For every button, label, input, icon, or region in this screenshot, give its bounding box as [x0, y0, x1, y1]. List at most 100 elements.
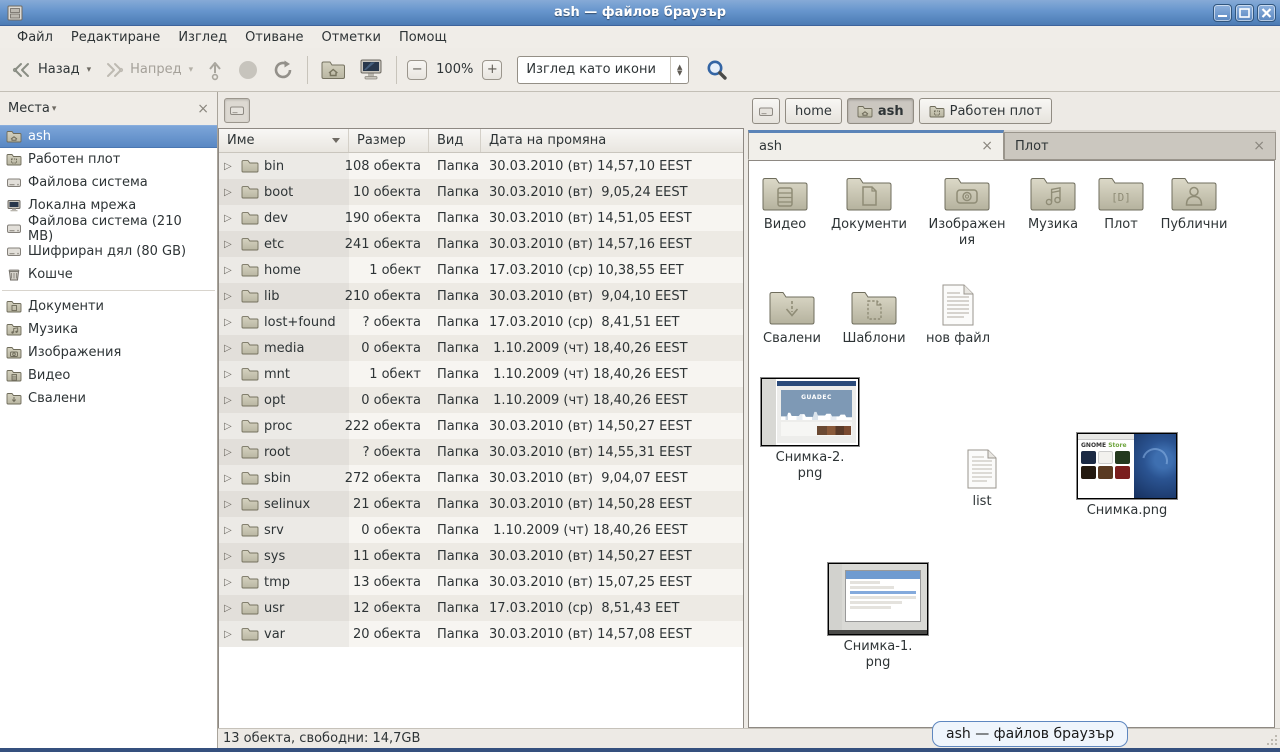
table-row[interactable]: ▷ tmp 13 обекта Папка 30.03.2010 (вт) 15… [219, 569, 743, 595]
table-row[interactable]: ▷ lib 210 обекта Папка 30.03.2010 (вт) 9… [219, 283, 743, 309]
table-row[interactable]: ▷ sys 11 обекта Папка 30.03.2010 (вт) 14… [219, 543, 743, 569]
computer-button[interactable] [353, 52, 389, 88]
file-snimka[interactable]: GNOME Store Снимка.png [1070, 433, 1184, 519]
expander-icon[interactable]: ▷ [224, 577, 236, 588]
sidebar-item-downloads[interactable]: Свалени [0, 387, 217, 410]
expander-icon[interactable]: ▷ [224, 499, 236, 510]
expander-icon[interactable]: ▷ [224, 525, 236, 536]
sidebar-item-documents[interactable]: Документи [0, 295, 217, 318]
column-header-date[interactable]: Дата на промяна [481, 129, 743, 152]
expander-icon[interactable]: ▷ [224, 317, 236, 328]
up-button[interactable] [200, 53, 230, 87]
folder-desktop[interactable]: [D] Плот [1085, 175, 1157, 233]
folder-music[interactable]: Музика [1011, 175, 1095, 233]
expander-icon[interactable]: ▷ [224, 343, 236, 354]
path-desktop-button[interactable]: Работен плот [919, 98, 1052, 124]
path-root-button[interactable] [752, 98, 780, 124]
menu-go[interactable]: Отиване [236, 28, 312, 47]
expander-icon[interactable]: ▷ [224, 369, 236, 380]
path-ash-button[interactable]: ash [847, 98, 914, 124]
sidebar-item-filesystem-210mb[interactable]: Файлова система (210 MB) [0, 217, 217, 240]
expander-icon[interactable]: ▷ [224, 447, 236, 458]
expander-icon[interactable]: ▷ [224, 265, 236, 276]
expander-icon[interactable]: ▷ [224, 421, 236, 432]
sidebar-item-desktop[interactable]: Работен плот [0, 148, 217, 171]
sidebar-item-filesystem[interactable]: Файлова система [0, 171, 217, 194]
path-home-button[interactable]: home [785, 98, 842, 124]
search-button[interactable] [701, 54, 733, 86]
reload-button[interactable] [266, 52, 300, 88]
sidebar-close-icon[interactable]: × [197, 101, 209, 117]
table-row[interactable]: ▷ root ? обекта Папка 30.03.2010 (вт) 14… [219, 439, 743, 465]
view-mode-select[interactable]: Изглед като икони ▲▼ [517, 56, 689, 84]
home-button[interactable] [315, 53, 351, 87]
expander-icon[interactable]: ▷ [224, 551, 236, 562]
sidebar-item-pictures[interactable]: Изображения [0, 341, 217, 364]
zoom-in-button[interactable]: + [482, 60, 502, 80]
table-row[interactable]: ▷ boot 10 обекта Папка 30.03.2010 (вт) 9… [219, 179, 743, 205]
menu-bookmarks[interactable]: Отметки [312, 28, 389, 47]
expander-icon[interactable]: ▷ [224, 291, 236, 302]
filesystem-root-button[interactable] [224, 98, 250, 123]
table-row[interactable]: ▷ opt 0 обекта Папка 1.10.2009 (чт) 18,4… [219, 387, 743, 413]
expander-icon[interactable]: ▷ [224, 473, 236, 484]
table-row[interactable]: ▷ usr 12 обекта Папка 17.03.2010 (ср) 8,… [219, 595, 743, 621]
table-row[interactable]: ▷ bin 108 обекта Папка 30.03.2010 (вт) 1… [219, 153, 743, 179]
sidebar-item-trash[interactable]: Кошче [0, 263, 217, 286]
menu-help[interactable]: Помощ [390, 28, 456, 47]
table-row[interactable]: ▷ dev 190 обекта Папка 30.03.2010 (вт) 1… [219, 205, 743, 231]
stop-button[interactable] [232, 53, 264, 87]
sidebar-chevron-down-icon[interactable]: ▾ [52, 104, 57, 114]
table-row[interactable]: ▷ var 20 обекта Папка 30.03.2010 (вт) 14… [219, 621, 743, 647]
close-icon[interactable] [1257, 4, 1276, 22]
sidebar-item-videos[interactable]: Видео [0, 364, 217, 387]
sidebar-title[interactable]: Места [8, 101, 50, 116]
folder-documents[interactable]: Документи [821, 175, 917, 233]
icon-view[interactable]: Видео Документи Изображен ия Музика [748, 160, 1275, 728]
table-row[interactable]: ▷ selinux 21 обекта Папка 30.03.2010 (вт… [219, 491, 743, 517]
resize-grip[interactable] [1266, 734, 1278, 746]
table-row[interactable]: ▷ sbin 272 обекта Папка 30.03.2010 (вт) … [219, 465, 743, 491]
table-row[interactable]: ▷ lost+found ? обекта Папка 17.03.2010 (… [219, 309, 743, 335]
file-snimka-1[interactable]: Снимка-1. png [828, 563, 928, 670]
menu-file[interactable]: Файл [8, 28, 62, 47]
menu-view[interactable]: Изглед [169, 28, 236, 47]
tab-plot[interactable]: Плот × [1004, 132, 1276, 160]
table-row[interactable]: ▷ media 0 обекта Папка 1.10.2009 (чт) 18… [219, 335, 743, 361]
column-header-size[interactable]: Размер [349, 129, 429, 152]
column-header-name[interactable]: Име [219, 129, 349, 152]
table-row[interactable]: ▷ srv 0 обекта Папка 1.10.2009 (чт) 18,4… [219, 517, 743, 543]
tab-close-icon[interactable]: × [981, 138, 993, 154]
folder-templates[interactable]: Шаблони [834, 289, 914, 347]
expander-icon[interactable]: ▷ [224, 629, 236, 640]
tab-ash[interactable]: ash × [748, 130, 1004, 160]
expander-icon[interactable]: ▷ [224, 187, 236, 198]
expander-icon[interactable]: ▷ [224, 239, 236, 250]
folder-public[interactable]: Публични [1149, 175, 1239, 233]
back-button[interactable]: Назад ▾ [6, 56, 96, 84]
forward-history-caret-icon[interactable]: ▾ [189, 65, 194, 75]
table-row[interactable]: ▷ home 1 обект Папка 17.03.2010 (ср) 10,… [219, 257, 743, 283]
file-new[interactable]: нов файл [918, 283, 998, 347]
table-row[interactable]: ▷ mnt 1 обект Папка 1.10.2009 (чт) 18,40… [219, 361, 743, 387]
sidebar-item-ash[interactable]: ash [0, 125, 217, 148]
expander-icon[interactable]: ▷ [224, 213, 236, 224]
file-list[interactable]: list [942, 448, 1022, 510]
table-row[interactable]: ▷ proc 222 обекта Папка 30.03.2010 (вт) … [219, 413, 743, 439]
zoom-out-button[interactable]: − [407, 60, 427, 80]
maximize-icon[interactable] [1235, 4, 1254, 22]
column-header-type[interactable]: Вид [429, 129, 481, 152]
folder-video[interactable]: Видео [751, 175, 819, 233]
tab-close-icon[interactable]: × [1253, 138, 1265, 154]
minimize-icon[interactable] [1213, 4, 1232, 22]
folder-downloads[interactable]: Свалени [752, 289, 832, 347]
expander-icon[interactable]: ▷ [224, 395, 236, 406]
menu-edit[interactable]: Редактиране [62, 28, 169, 47]
titlebar[interactable]: ash — файлов браузър [0, 0, 1280, 26]
sidebar-item-encrypted-80gb[interactable]: Шифриран дял (80 GB) [0, 240, 217, 263]
file-snimka-2[interactable]: GUADEC Снимка-2. png [760, 378, 860, 481]
folder-pictures[interactable]: Изображен ия [921, 175, 1013, 248]
expander-icon[interactable]: ▷ [224, 603, 236, 614]
back-history-caret-icon[interactable]: ▾ [87, 65, 92, 75]
table-row[interactable]: ▷ etc 241 обекта Папка 30.03.2010 (вт) 1… [219, 231, 743, 257]
